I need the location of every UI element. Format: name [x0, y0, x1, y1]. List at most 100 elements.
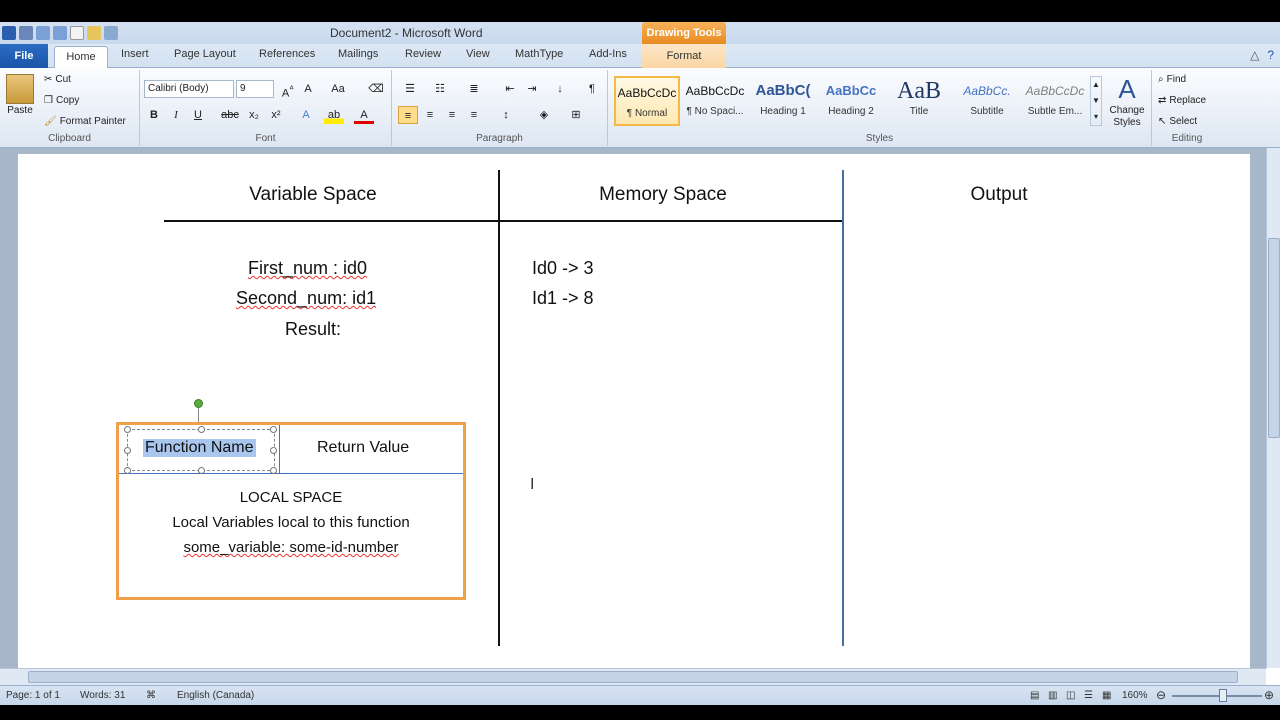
bold-icon[interactable]: B — [144, 106, 164, 124]
copy-button[interactable]: ❐ Copy — [44, 95, 79, 106]
tab-review[interactable]: Review — [405, 48, 441, 60]
replace-button[interactable]: ⇄ Replace — [1158, 95, 1206, 106]
save-icon[interactable] — [19, 26, 33, 40]
style-subtle-emphasis[interactable]: AaBbCcDc Subtle Em... — [1022, 76, 1088, 126]
draft-icon[interactable]: ▦ — [1102, 690, 1111, 701]
paste-button[interactable]: Paste — [6, 74, 34, 116]
zoom-in-icon[interactable]: ⊕ — [1264, 688, 1274, 702]
rotate-handle[interactable] — [194, 399, 203, 408]
resize-handle-tl[interactable] — [124, 426, 131, 433]
zoom-out-icon[interactable]: ⊖ — [1156, 688, 1166, 702]
increase-indent-icon[interactable]: ⇥ — [522, 80, 542, 98]
bullets-icon[interactable]: ☰ — [400, 80, 420, 98]
horizontal-scrollbar[interactable] — [0, 668, 1266, 685]
tab-mailings[interactable]: Mailings — [338, 48, 378, 60]
tab-view[interactable]: View — [466, 48, 490, 60]
local-space-description: Local Variables local to this function — [172, 514, 410, 531]
style-subtitle[interactable]: AaBbCc. Subtitle — [954, 76, 1020, 126]
align-left-icon[interactable]: ≡ — [398, 106, 418, 124]
format-painter-button[interactable]: 🖌 Format Painter — [44, 116, 126, 127]
resize-handle-br[interactable] — [270, 467, 277, 474]
subscript-icon[interactable]: x₂ — [244, 106, 264, 124]
page-count[interactable]: Page: 1 of 1 — [6, 690, 60, 701]
web-layout-icon[interactable]: ◫ — [1066, 690, 1075, 701]
zoom-slider-knob[interactable] — [1219, 689, 1227, 702]
underline-icon[interactable]: U — [188, 106, 208, 124]
function-name-text[interactable]: Function Name — [143, 439, 256, 457]
tab-home[interactable]: Home — [54, 46, 108, 69]
text-effects-icon[interactable]: A — [296, 106, 316, 124]
align-center-icon[interactable]: ≡ — [420, 106, 440, 124]
style-heading-1[interactable]: AaBbC( Heading 1 — [750, 76, 816, 126]
style-heading-2[interactable]: AaBbCc Heading 2 — [818, 76, 884, 126]
clear-formatting-icon[interactable]: ⌫ — [366, 80, 386, 98]
word-count[interactable]: Words: 31 — [80, 690, 125, 701]
minimize-ribbon-icon[interactable]: △ — [1250, 48, 1259, 62]
style-title[interactable]: AaB Title — [886, 76, 952, 126]
line-spacing-icon[interactable]: ↕ — [496, 106, 516, 124]
borders-icon[interactable]: ⊞ — [566, 106, 586, 124]
change-styles-button[interactable]: A Change Styles — [1106, 74, 1148, 129]
tab-format[interactable]: Format — [642, 44, 726, 68]
function-box[interactable]: Function Name Return Value LOCAL SPACE L… — [116, 422, 466, 600]
align-right-icon[interactable]: ≡ — [442, 106, 462, 124]
font-color-icon[interactable]: A — [354, 106, 374, 124]
undo-icon[interactable] — [36, 26, 50, 40]
help-icon[interactable]: ? — [1267, 48, 1274, 62]
redo-icon[interactable] — [53, 26, 67, 40]
multilevel-list-icon[interactable]: ≣ — [464, 80, 484, 98]
change-case-icon[interactable]: Aa — [328, 80, 348, 98]
tab-insert[interactable]: Insert — [121, 48, 149, 60]
zoom-slider[interactable] — [1172, 695, 1262, 697]
resize-handle-t[interactable] — [198, 426, 205, 433]
tab-file[interactable]: File — [0, 44, 48, 68]
resize-handle-l[interactable] — [124, 447, 131, 454]
numbering-icon[interactable]: ☷ — [430, 80, 450, 98]
customize-icon[interactable] — [104, 26, 118, 40]
resize-handle-bl[interactable] — [124, 467, 131, 474]
font-size-combo[interactable]: 9 — [236, 80, 274, 98]
full-screen-icon[interactable]: ▥ — [1048, 690, 1057, 701]
shrink-font-icon[interactable]: A — [298, 80, 318, 98]
strikethrough-icon[interactable]: abc — [220, 106, 240, 124]
zoom-level[interactable]: 160% — [1122, 690, 1148, 701]
tab-add-ins[interactable]: Add-Ins — [589, 48, 627, 60]
column-divider-1 — [498, 170, 500, 646]
print-layout-icon[interactable]: ▤ — [1030, 690, 1039, 701]
font-name-combo[interactable]: Calibri (Body) — [144, 80, 234, 98]
select-button[interactable]: ↖ Select — [1158, 116, 1197, 127]
shading-icon[interactable]: ◈ — [534, 106, 554, 124]
quick-access-toolbar — [2, 24, 118, 42]
proofing-icon[interactable]: ⌘ — [146, 690, 156, 701]
decrease-indent-icon[interactable]: ⇤ — [500, 80, 520, 98]
word-app-icon[interactable] — [2, 26, 16, 40]
highlight-icon[interactable]: ab — [324, 106, 344, 124]
vertical-scroll-thumb[interactable] — [1268, 238, 1280, 438]
grow-font-icon[interactable]: Aᐞ — [278, 80, 298, 100]
new-document-icon[interactable] — [70, 26, 84, 40]
show-marks-icon[interactable]: ¶ — [582, 80, 602, 98]
superscript-icon[interactable]: x² — [266, 106, 286, 124]
style-normal[interactable]: AaBbCcDc ¶ Normal — [614, 76, 680, 126]
find-button[interactable]: ⌕ Find — [1158, 74, 1186, 85]
horizontal-scroll-thumb[interactable] — [28, 671, 1238, 683]
styles-scroll-icon[interactable]: ▲ ▼ ▾ — [1090, 76, 1102, 126]
justify-icon[interactable]: ≡ — [464, 106, 484, 124]
outline-icon[interactable]: ☰ — [1084, 690, 1093, 701]
open-folder-icon[interactable] — [87, 26, 101, 40]
italic-icon[interactable]: I — [166, 106, 186, 124]
return-value-text[interactable]: Return Value — [317, 439, 409, 457]
language[interactable]: English (Canada) — [177, 690, 254, 701]
document-page[interactable]: Variable Space Memory Space Output First… — [18, 154, 1250, 668]
resize-handle-r[interactable] — [270, 447, 277, 454]
style-no-spacing[interactable]: AaBbCcDc ¶ No Spaci... — [682, 76, 748, 126]
tab-mathtype[interactable]: MathType — [515, 48, 563, 60]
resize-handle-tr[interactable] — [270, 426, 277, 433]
resize-handle-b[interactable] — [198, 467, 205, 474]
tab-references[interactable]: References — [259, 48, 315, 60]
vertical-scrollbar[interactable] — [1266, 148, 1280, 668]
tab-page-layout[interactable]: Page Layout — [174, 48, 236, 60]
local-space-title: LOCAL SPACE — [239, 489, 343, 506]
cut-button[interactable]: ✂ Cut — [44, 74, 71, 85]
sort-icon[interactable]: ↓ — [550, 80, 570, 98]
